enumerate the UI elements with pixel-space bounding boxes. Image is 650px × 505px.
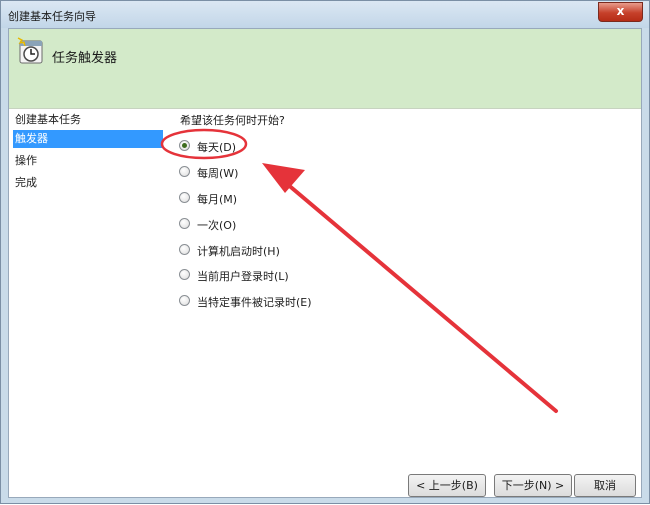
question-label: 希望该任务何时开始? bbox=[180, 114, 285, 127]
close-button[interactable]: x bbox=[598, 2, 643, 22]
option-daily-label: 每天(D) bbox=[197, 141, 237, 154]
page-title: 任务触发器 bbox=[52, 51, 118, 66]
cancel-button[interactable]: 取消 bbox=[574, 474, 636, 497]
trigger-options-panel: 希望该任务何时开始? 每天(D) 每周(W) 每月(M) 一次(O) 计算机启动… bbox=[179, 109, 639, 409]
option-logon-label: 当前用户登录时(L) bbox=[197, 270, 289, 283]
nav-step-finish[interactable]: 完成 bbox=[13, 174, 37, 192]
wizard-client-area: 任务触发器 创建基本任务 触发器 操作 完成 希望该任务何时开始? 每天(D) … bbox=[8, 28, 642, 498]
wizard-window: 创建基本任务向导 x 任务触发器 创建基本任务 触发器 操作 完成 希望该任务何… bbox=[0, 0, 650, 504]
option-event-label: 当特定事件被记录时(E) bbox=[197, 296, 312, 309]
next-button[interactable]: 下一步(N) > bbox=[494, 474, 572, 497]
option-weekly-label: 每周(W) bbox=[197, 167, 239, 180]
radio-startup[interactable] bbox=[179, 244, 190, 255]
option-startup-label: 计算机启动时(H) bbox=[197, 245, 280, 258]
radio-monthly[interactable] bbox=[179, 192, 190, 203]
radio-logon[interactable] bbox=[179, 269, 190, 280]
clock-calendar-icon bbox=[17, 37, 43, 64]
option-monthly-label: 每月(M) bbox=[197, 193, 238, 206]
radio-daily[interactable] bbox=[179, 140, 190, 151]
back-button[interactable]: < 上一步(B) bbox=[408, 474, 486, 497]
nav-step-create-task[interactable]: 创建基本任务 bbox=[13, 111, 81, 129]
radio-event[interactable] bbox=[179, 295, 190, 306]
window-title: 创建基本任务向导 bbox=[8, 10, 96, 23]
wizard-step-list: 创建基本任务 触发器 操作 完成 bbox=[9, 109, 169, 409]
radio-once[interactable] bbox=[179, 218, 190, 229]
title-bar[interactable]: 创建基本任务向导 x bbox=[1, 1, 649, 28]
option-once-label: 一次(O) bbox=[197, 219, 237, 232]
nav-step-trigger[interactable]: 触发器 bbox=[13, 130, 163, 148]
radio-weekly[interactable] bbox=[179, 166, 190, 177]
wizard-header: 任务触发器 bbox=[9, 29, 641, 109]
nav-step-action[interactable]: 操作 bbox=[13, 152, 37, 170]
